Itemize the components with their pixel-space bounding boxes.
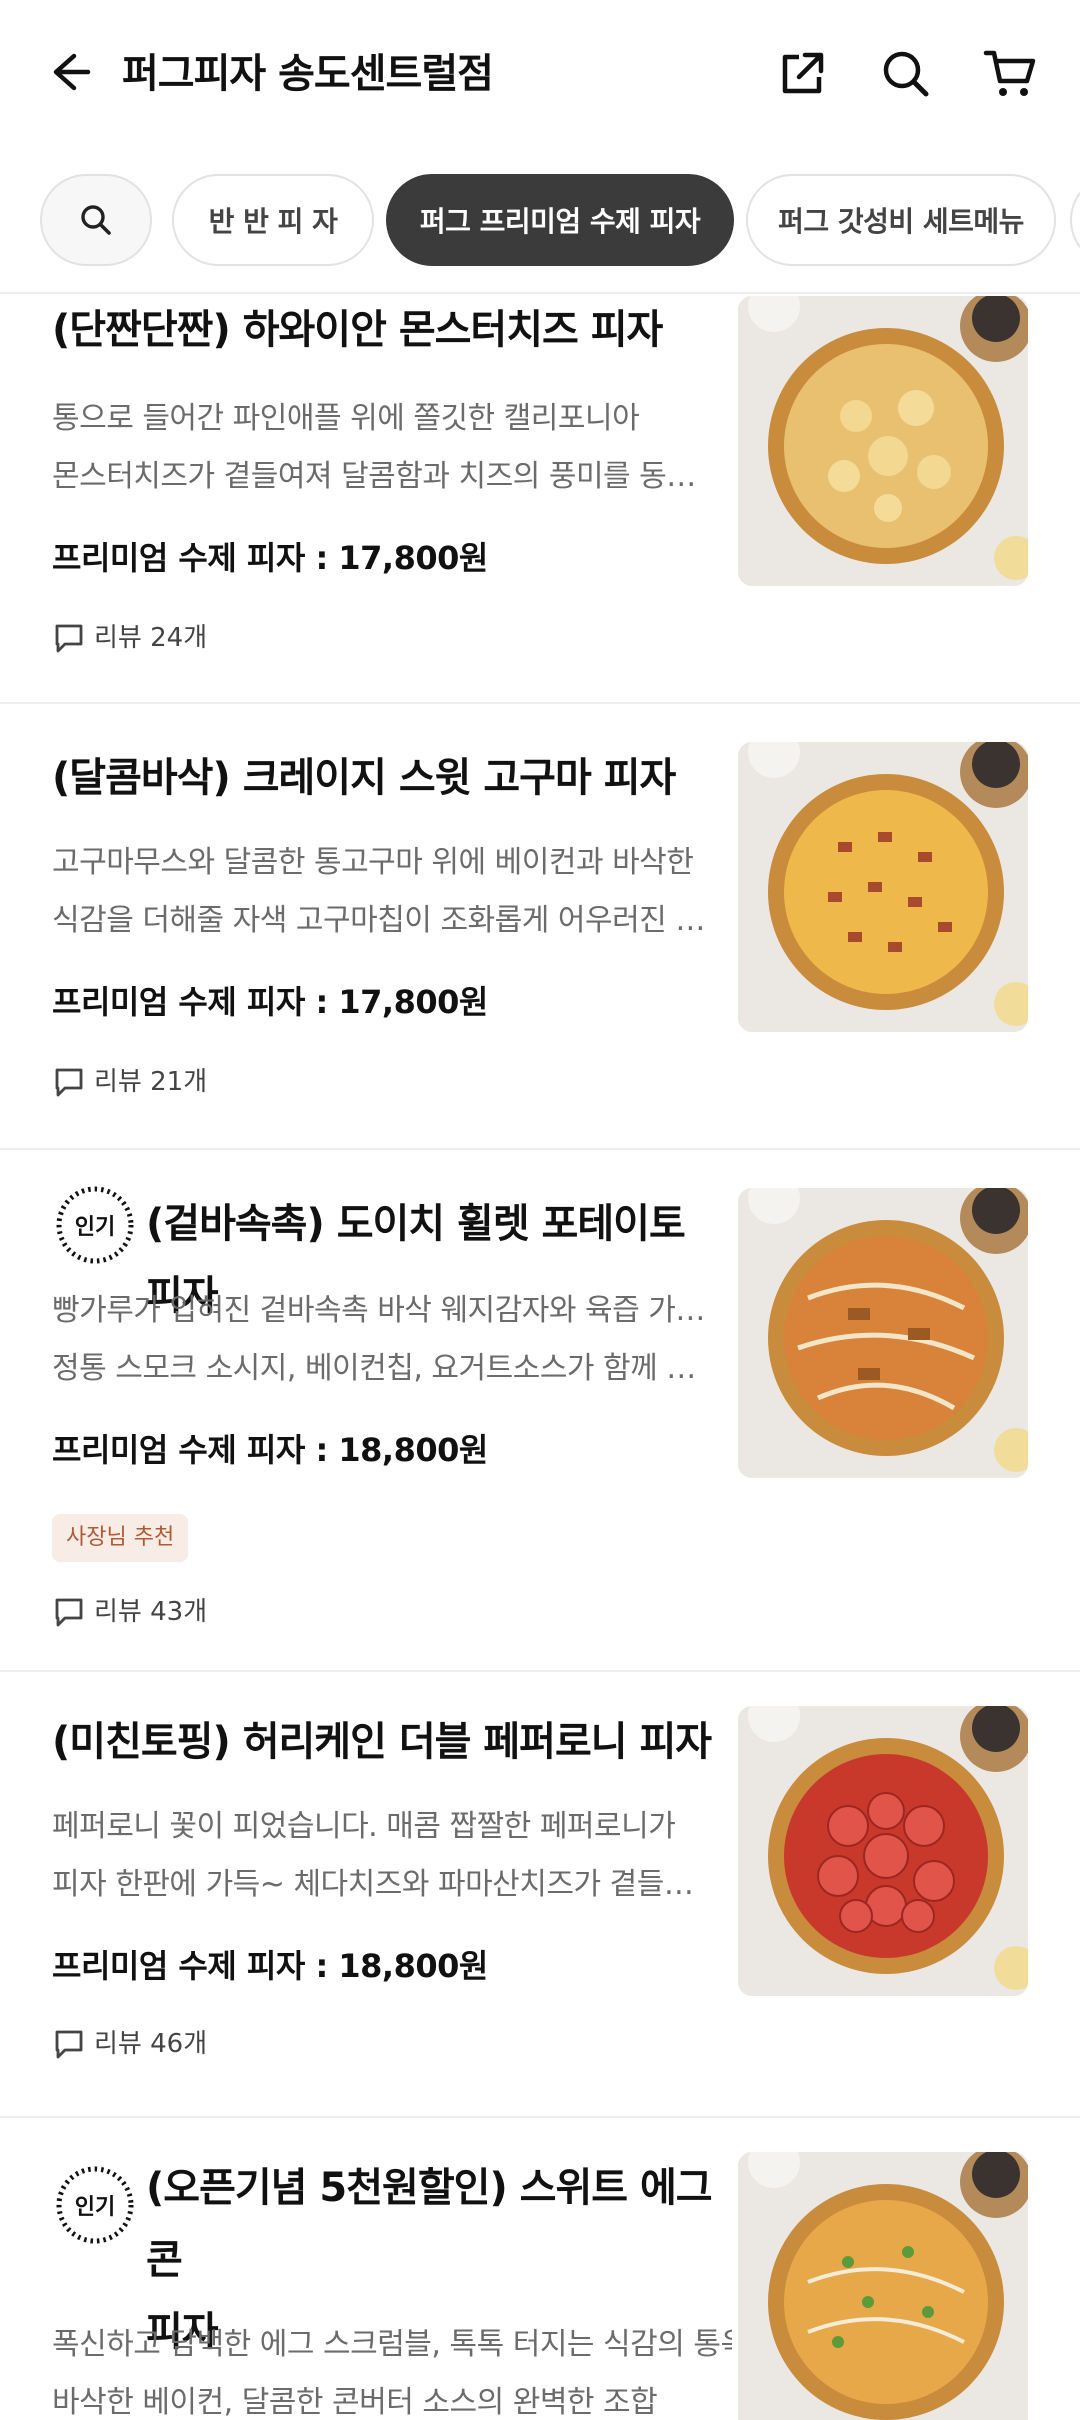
menu-item-price: 프리미엄 수제 피자 : 17,800원 bbox=[52, 983, 488, 1021]
menu-item-name: (단짠단짠) 하와이안 몬스터치즈 피자 bbox=[52, 307, 663, 353]
description-line: 통으로 들어간 파인애플 위에 쫄깃한 캘리포니아 bbox=[52, 401, 640, 436]
pizza-image[interactable] bbox=[738, 296, 1028, 586]
category-search-button[interactable] bbox=[40, 174, 152, 266]
hawaiian-pizza-image bbox=[738, 296, 1028, 586]
menu-item-description: 통으로 들어간 파인애플 위에 쫄깃한 캘리포니아 몬스터치즈가 곁들여져 달콤… bbox=[52, 390, 712, 506]
menu-item-name: (미친토핑) 허리케인 더블 페퍼로니 피자 bbox=[52, 1719, 712, 1765]
search-icon bbox=[883, 51, 929, 97]
back-button[interactable] bbox=[38, 40, 98, 104]
description-line: 몬스터치즈가 곁들여져 달콤함과 치즈의 풍미를 동시에 느… bbox=[52, 459, 712, 494]
chat-bubble-icon bbox=[55, 1598, 83, 1627]
review-label: 리뷰 46개 bbox=[94, 2029, 208, 2059]
menu-item[interactable]: (단짠단짠) 하와이안 몬스터치즈 피자 통으로 들어간 파인애플 위에 쫄깃한… bbox=[0, 294, 1080, 704]
search-icon bbox=[81, 205, 111, 235]
menu-item-price: 프리미엄 수제 피자 : 17,800원 bbox=[52, 539, 488, 577]
description-line: 정통 스모크 소시지, 베이컨칩, 요거트소스가 함께 어우러… bbox=[52, 1351, 712, 1386]
description-line: 식감을 더해줄 자색 고구마칩이 조화롭게 어우러진 크레… bbox=[52, 903, 712, 938]
tab-premium-pizza[interactable]: 퍼그 프리미엄 수제 피자 bbox=[386, 174, 734, 266]
share-icon bbox=[782, 52, 824, 94]
description-line: 바삭한 베이컨, 달콤한 콘버터 소스의 완벽한 조합 bbox=[52, 2385, 658, 2420]
review-label: 리뷰 21개 bbox=[94, 1067, 208, 1097]
review-label: 리뷰 24개 bbox=[94, 623, 208, 653]
chat-bubble-icon bbox=[55, 1068, 83, 1097]
menu-item[interactable]: 인기 (겉바속촉) 도이치 휠렛 포테이토피자 빵가루가 입혀진 겉바속촉 바삭… bbox=[0, 1150, 1080, 1672]
description-line: 페퍼로니 꽃이 피었습니다. 매콤 짭짤한 페퍼로니가 bbox=[52, 1809, 676, 1844]
menu-item-name: (달콤바삭) 크레이지 스윗 고구마 피자 bbox=[52, 755, 676, 801]
description-line: 폭신하고 담백한 에그 스크럼블, 톡톡 터지는 식감의 통옥수수, bbox=[52, 2327, 732, 2362]
share-button[interactable] bbox=[770, 42, 834, 106]
menu-item[interactable]: (달콤바삭) 크레이지 스윗 고구마 피자 고구마무스와 달콤한 통고구마 위에… bbox=[0, 704, 1080, 1150]
review-count[interactable]: 리뷰 46개 bbox=[52, 2024, 207, 2064]
cart-icon bbox=[983, 50, 1036, 96]
pepperoni-pizza-image bbox=[738, 1706, 1028, 1996]
potato-pizza-image bbox=[738, 1188, 1028, 1478]
pizza-image[interactable] bbox=[738, 742, 1028, 1032]
sweet-egg-corn-pizza-image bbox=[738, 2152, 1028, 2420]
menu-item-price: 프리미엄 수제 피자 : 18,800원 bbox=[52, 1947, 488, 1985]
search-button[interactable] bbox=[874, 42, 938, 106]
menu-item-description: 폭신하고 담백한 에그 스크럼블, 톡톡 터지는 식감의 통옥수수, 바삭한 베… bbox=[52, 2316, 732, 2420]
menu-item-name: (오픈기념 5천원할인) 스위트 에그콘 bbox=[146, 2165, 713, 2283]
popular-badge: 인기 bbox=[56, 2166, 134, 2244]
review-count[interactable]: 리뷰 21개 bbox=[52, 1062, 207, 1102]
app-header: 퍼그피자 송도센트럴점 bbox=[0, 0, 1080, 150]
description-line: 피자 한판에 가득~ 체다치즈와 파마산치즈가 곁들여… bbox=[52, 1867, 712, 1902]
menu-item-description: 페퍼로니 꽃이 피었습니다. 매콤 짭짤한 페퍼로니가 피자 한판에 가득~ 체… bbox=[52, 1798, 712, 1914]
chat-bubble-icon bbox=[55, 2030, 83, 2059]
tab-half-half-pizza[interactable]: 반 반 피 자 bbox=[172, 174, 374, 266]
tab-more[interactable] bbox=[1070, 174, 1080, 266]
review-count[interactable]: 리뷰 24개 bbox=[52, 618, 207, 658]
sweet-potato-pizza-image bbox=[738, 742, 1028, 1032]
pizza-image[interactable] bbox=[738, 2152, 1028, 2420]
menu-item[interactable]: (미친토핑) 허리케인 더블 페퍼로니 피자 페퍼로니 꽃이 피었습니다. 매콤… bbox=[0, 1672, 1080, 2118]
menu-item-description: 빵가루가 입혀진 겉바속촉 바삭 웨지감자와 육즙 가득한 정통 스모크 소시지… bbox=[52, 1282, 712, 1398]
arrow-left-icon bbox=[53, 53, 91, 91]
popular-badge-label: 인기 bbox=[75, 2195, 115, 2220]
description-line: 고구마무스와 달콤한 통고구마 위에 베이컨과 바삭한 bbox=[52, 845, 694, 880]
description-line: 빵가루가 입혀진 겉바속촉 바삭 웨지감자와 육즙 가득한 bbox=[52, 1293, 712, 1328]
popular-badge: 인기 bbox=[56, 1186, 134, 1264]
popular-badge-label: 인기 bbox=[75, 1215, 115, 1240]
tab-value-set-menu[interactable]: 퍼그 갓성비 세트메뉴 bbox=[746, 174, 1056, 266]
pizza-image[interactable] bbox=[738, 1188, 1028, 1478]
review-count[interactable]: 리뷰 43개 bbox=[52, 1592, 207, 1632]
menu-item-price: 프리미엄 수제 피자 : 18,800원 bbox=[52, 1431, 488, 1469]
menu-item[interactable]: 인기 (오픈기념 5천원할인) 스위트 에그콘 피자 폭신하고 담백한 에그 스… bbox=[0, 2118, 1080, 2420]
cart-button[interactable] bbox=[978, 42, 1042, 106]
page-title: 퍼그피자 송도센트럴점 bbox=[122, 51, 494, 97]
chat-bubble-icon bbox=[55, 624, 83, 653]
owner-recommend-tag: 사장님 추천 bbox=[52, 1514, 189, 1562]
menu-item-description: 고구마무스와 달콤한 통고구마 위에 베이컨과 바삭한 식감을 더해줄 자색 고… bbox=[52, 834, 712, 950]
category-chip-bar: 반 반 피 자 퍼그 프리미엄 수제 피자 퍼그 갓성비 세트메뉴 bbox=[0, 168, 1080, 268]
pizza-image[interactable] bbox=[738, 1706, 1028, 1996]
review-label: 리뷰 43개 bbox=[94, 1597, 208, 1627]
